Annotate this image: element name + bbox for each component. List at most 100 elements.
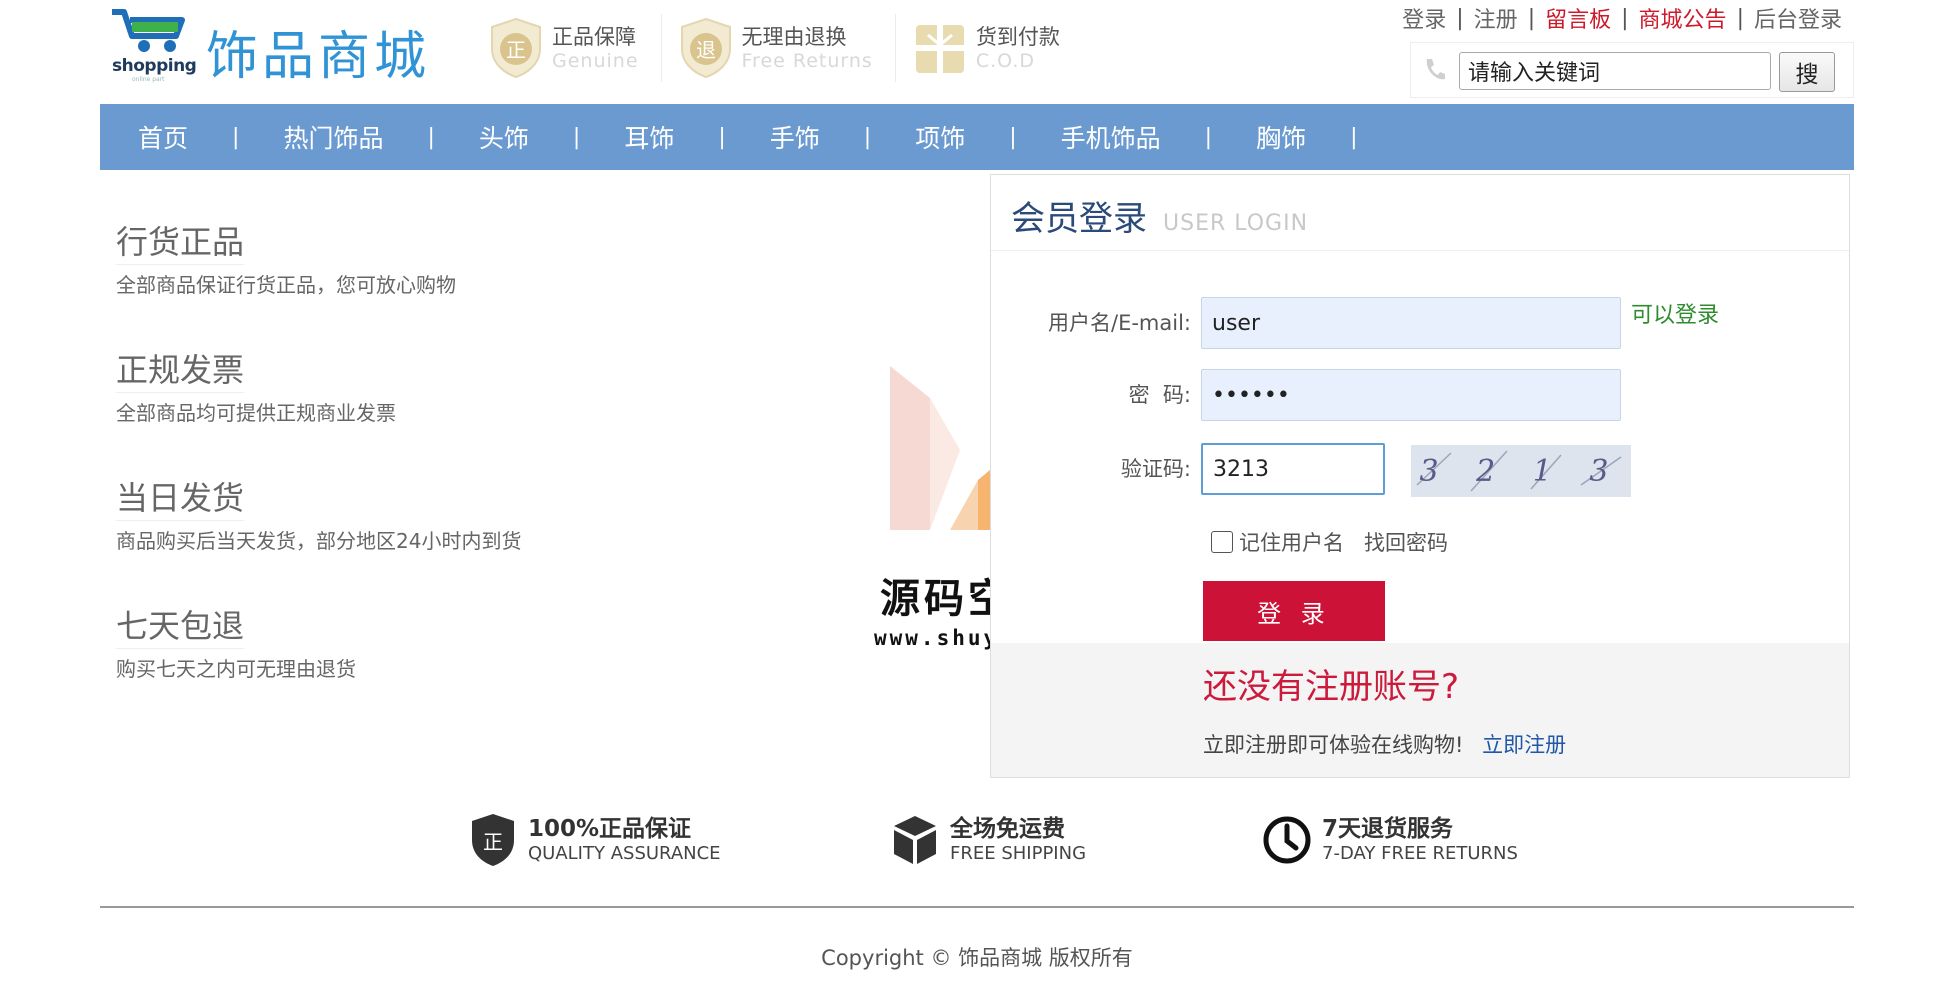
remember-label[interactable]: 记住用户名 [1239, 527, 1344, 557]
register-title: 还没有注册账号? [1203, 667, 1460, 707]
nav-separator: | [718, 124, 726, 150]
service-title: 7天退货服务 [1322, 816, 1454, 842]
service-shipping: 全场免运费 FREE SHIPPING [890, 812, 1086, 868]
captcha-input[interactable] [1201, 443, 1385, 495]
captcha-text: 3 2 1 3 [1420, 454, 1623, 489]
feature-item: 当日发货 商品购买后当天发货，部分地区24小时内到货 [116, 478, 556, 606]
nav-item-neck[interactable]: 项饰 [915, 119, 965, 155]
service-quality: 正 100%正品保证 QUALITY ASSURANCE [468, 812, 721, 868]
service-sub: QUALITY ASSURANCE [528, 843, 721, 864]
top-link-guestbook[interactable]: 留言板 [1545, 2, 1611, 34]
gift-box-icon [915, 25, 964, 73]
login-header: 会员登录 USER LOGIN [991, 175, 1849, 251]
shield-genuine-icon: 正 [472, 814, 514, 866]
nav-item-head[interactable]: 头饰 [479, 119, 529, 155]
nav-separator: | [1204, 124, 1213, 150]
site-header: shopping online part 饰品商城 正 正品保障 Genuine… [0, 0, 1954, 104]
top-link-separator: | [1621, 5, 1629, 31]
password-input[interactable] [1201, 369, 1621, 421]
svg-text:退: 退 [696, 38, 716, 62]
feature-title: 正规发票 [116, 350, 245, 393]
top-link-separator: | [1456, 5, 1464, 31]
nav-separator: | [863, 124, 872, 150]
guarantee-strip: 正 正品保障 Genuine 退 无理由退换 Free Returns 货到付款… [488, 14, 1098, 82]
nav-item-ear[interactable]: 耳饰 [624, 119, 674, 155]
remember-checkbox[interactable] [1211, 531, 1233, 553]
feature-list: 行货正品 全部商品保证行货正品，您可放心购物 正规发票 全部商品均可提供正规商业… [116, 222, 556, 734]
feature-desc: 全部商品均可提供正规商业发票 [116, 401, 396, 425]
guarantee-title: 无理由退换 [741, 25, 847, 49]
feature-title: 当日发货 [116, 478, 245, 521]
feature-item: 正规发票 全部商品均可提供正规商业发票 [116, 350, 556, 478]
svg-text:正: 正 [483, 830, 503, 854]
top-links: 登录 | 注册 | 留言板 | 商城公告 | 后台登录 [1402, 2, 1842, 34]
search-box: 搜 [1410, 42, 1854, 98]
nav-separator: | [1350, 124, 1358, 150]
login-subtitle: USER LOGIN [1163, 211, 1309, 236]
login-form: 用户名/E-mail: 可以登录 密 码: 验证码: 3 2 1 3 记住用户名… [991, 251, 1849, 645]
username-input[interactable] [1201, 297, 1621, 349]
guarantee-sub: Free Returns [741, 50, 873, 72]
forgot-password-link[interactable]: 找回密码 [1364, 527, 1448, 557]
feature-title: 行货正品 [116, 222, 245, 265]
top-link-notice[interactable]: 商城公告 [1639, 2, 1727, 34]
username-ok-tip: 可以登录 [1631, 303, 1720, 328]
nav-separator: | [1009, 124, 1017, 150]
password-label: 密 码: [1128, 383, 1191, 407]
svg-text:正: 正 [506, 38, 526, 62]
logo-tagline: online part [132, 76, 165, 83]
login-button[interactable]: 登 录 [1203, 581, 1385, 641]
guarantee-sub: Genuine [552, 50, 639, 72]
feature-title: 七天包退 [116, 606, 245, 649]
service-badges: 正 100%正品保证 QUALITY ASSURANCE 全场免运费 FREE … [0, 806, 1954, 886]
nav-item-phone[interactable]: 手机饰品 [1061, 119, 1161, 155]
shield-return-icon: 退 [680, 17, 731, 79]
search-input[interactable] [1459, 52, 1771, 90]
register-text: 立即注册即可体验在线购物! [1203, 733, 1464, 757]
copyright: Copyright © 饰品商城 版权所有 [821, 946, 1133, 970]
shield-genuine-icon: 正 [491, 17, 541, 79]
logo-subtext: shopping [112, 56, 197, 76]
service-title: 全场免运费 [950, 816, 1065, 842]
nav-item-home[interactable]: 首页 [138, 119, 188, 155]
nav-item-hand[interactable]: 手饰 [770, 119, 820, 155]
nav-separator: | [427, 124, 435, 150]
site-logo[interactable]: shopping online part 饰品商城 [110, 6, 431, 87]
register-text-row: 立即注册即可体验在线购物! 立即注册 [1203, 729, 1566, 759]
service-sub: FREE SHIPPING [950, 843, 1087, 864]
search-button[interactable]: 搜 [1779, 52, 1835, 92]
feature-desc: 全部商品保证行货正品，您可放心购物 [116, 273, 456, 297]
guarantee-title: 正品保障 [552, 25, 636, 49]
top-link-register[interactable]: 注册 [1474, 2, 1518, 34]
logo-title: 饰品商城 [206, 27, 431, 87]
nav-item-brooch[interactable]: 胸饰 [1256, 119, 1306, 155]
main-nav: 首页 | 热门饰品 | 头饰 | 耳饰 | 手饰 | 项饰 | 手机饰品 | 胸… [100, 104, 1854, 170]
guarantee-genuine: 正 正品保障 Genuine [488, 14, 662, 82]
captcha-image[interactable]: 3 2 1 3 [1411, 445, 1631, 497]
register-link[interactable]: 立即注册 [1482, 733, 1566, 757]
top-link-separator: | [1736, 5, 1744, 31]
top-link-login[interactable]: 登录 [1402, 2, 1446, 34]
login-panel: 会员登录 USER LOGIN 用户名/E-mail: 可以登录 密 码: 验证… [990, 174, 1850, 778]
package-box-icon [894, 816, 936, 864]
guarantee-sub: C.O.D [975, 50, 1035, 72]
guarantee-returns: 退 无理由退换 Free Returns [678, 14, 896, 82]
top-link-admin[interactable]: 后台登录 [1754, 2, 1842, 34]
nav-item-hot[interactable]: 热门饰品 [283, 119, 383, 155]
feature-item: 七天包退 购买七天之内可无理由退货 [116, 606, 556, 734]
nav-separator: | [572, 124, 581, 150]
service-title: 100%正品保证 [528, 816, 692, 842]
phone-icon [1426, 59, 1445, 80]
guarantee-title: 货到付款 [975, 25, 1060, 49]
register-prompt: 还没有注册账号? 立即注册即可体验在线购物! 立即注册 [991, 643, 1849, 777]
captcha-label: 验证码: [1120, 457, 1191, 481]
top-link-separator: | [1527, 5, 1536, 31]
guarantee-cod: 货到付款 C.O.D [912, 14, 1082, 82]
footer-divider [100, 906, 1854, 908]
clock-icon [1263, 816, 1311, 864]
feature-item: 行货正品 全部商品保证行货正品，您可放心购物 [116, 222, 556, 350]
service-sub: 7-DAY FREE RETURNS [1322, 843, 1518, 864]
login-title: 会员登录 [1011, 199, 1147, 239]
feature-desc: 购买七天之内可无理由退货 [116, 657, 356, 681]
remember-row: 记住用户名 找回密码 [1211, 527, 1448, 557]
